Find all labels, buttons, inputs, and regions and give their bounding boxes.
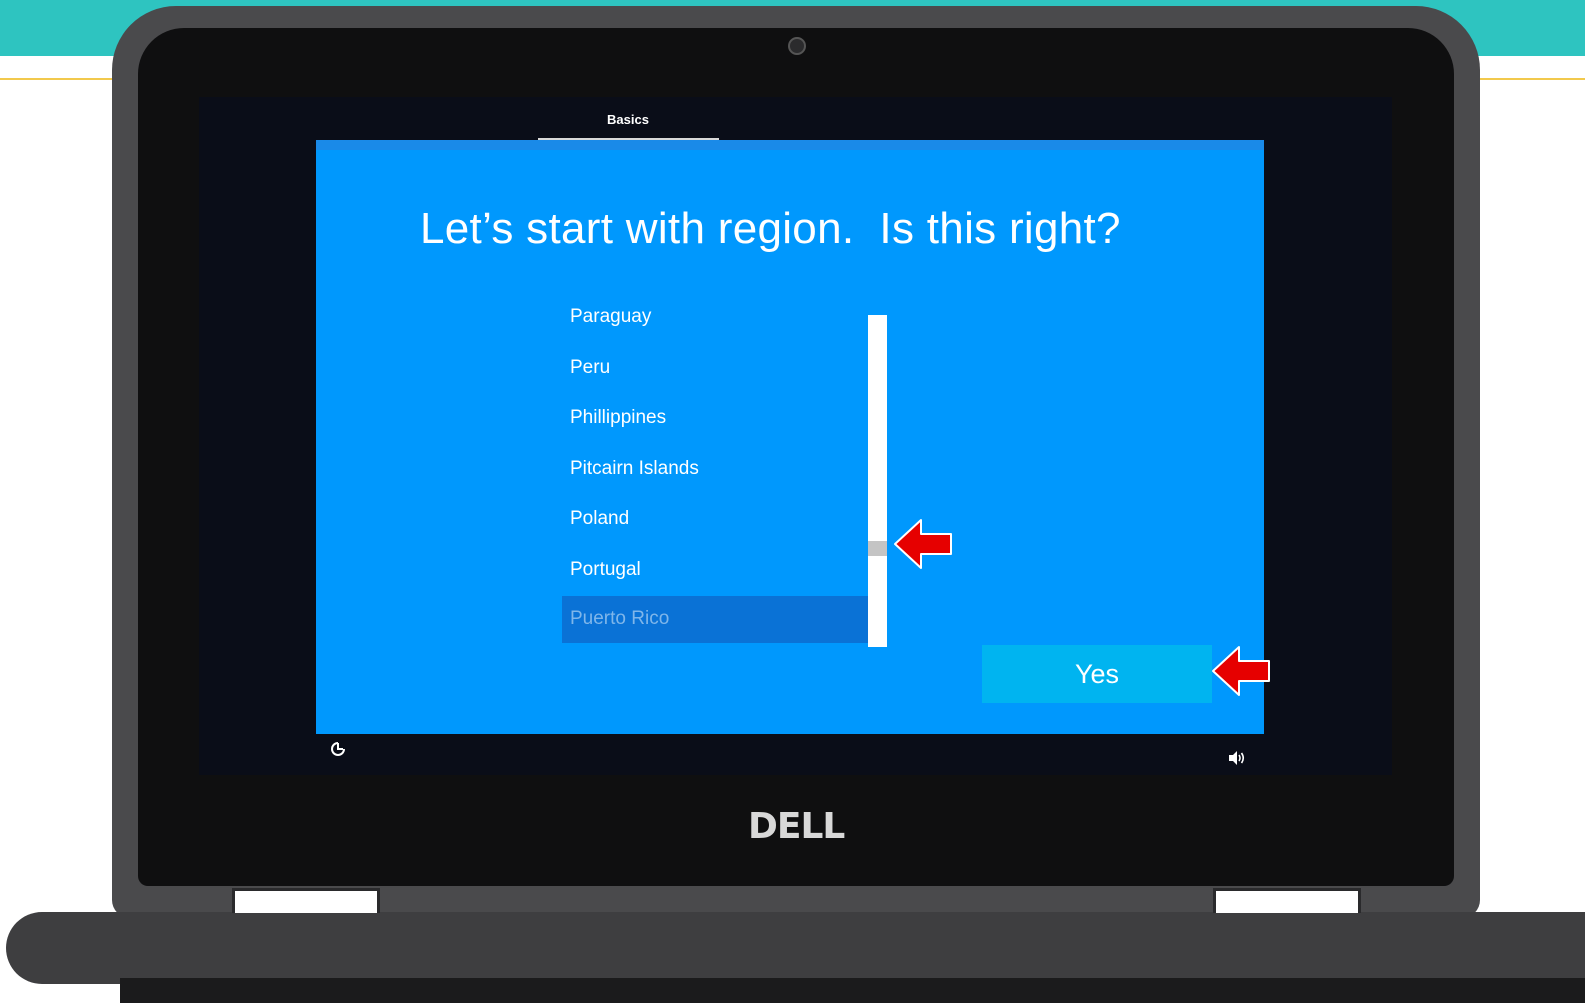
laptop-base <box>6 912 1585 984</box>
scrollbar-thumb[interactable] <box>868 541 887 556</box>
region-item-poland[interactable]: Poland <box>562 494 868 545</box>
panel-top-edge <box>316 140 1264 150</box>
left-hinge <box>232 888 380 913</box>
region-item-peru[interactable]: Peru <box>562 343 868 394</box>
region-item-pitcairn-islands[interactable]: Pitcairn Islands <box>562 444 868 495</box>
right-hinge <box>1213 888 1361 913</box>
page-title: Let’s start with region. Is this right? <box>420 204 1121 253</box>
region-list-scrollbar[interactable] <box>868 315 887 647</box>
region-list[interactable]: Paraguay Peru Phillippines Pitcairn Isla… <box>562 292 868 643</box>
region-item-puerto-rico-selected[interactable]: Puerto Rico <box>562 595 868 643</box>
volume-icon[interactable] <box>1228 750 1246 766</box>
region-item-phillippines[interactable]: Phillippines <box>562 393 868 444</box>
ease-of-access-icon[interactable] <box>329 740 347 758</box>
region-item-portugal[interactable]: Portugal <box>562 545 868 596</box>
tab-basics: Basics <box>607 112 649 127</box>
region-item-paraguay[interactable]: Paraguay <box>562 292 868 343</box>
laptop-base-edge <box>120 978 1585 1003</box>
yes-pointer-arrow-icon <box>1212 646 1270 696</box>
webcam <box>788 37 806 55</box>
yes-button[interactable]: Yes <box>982 645 1212 703</box>
scroll-pointer-arrow-icon <box>894 519 952 569</box>
dell-logo: DELL <box>748 806 845 847</box>
region-setup-panel: Let’s start with region. Is this right? … <box>316 140 1264 734</box>
